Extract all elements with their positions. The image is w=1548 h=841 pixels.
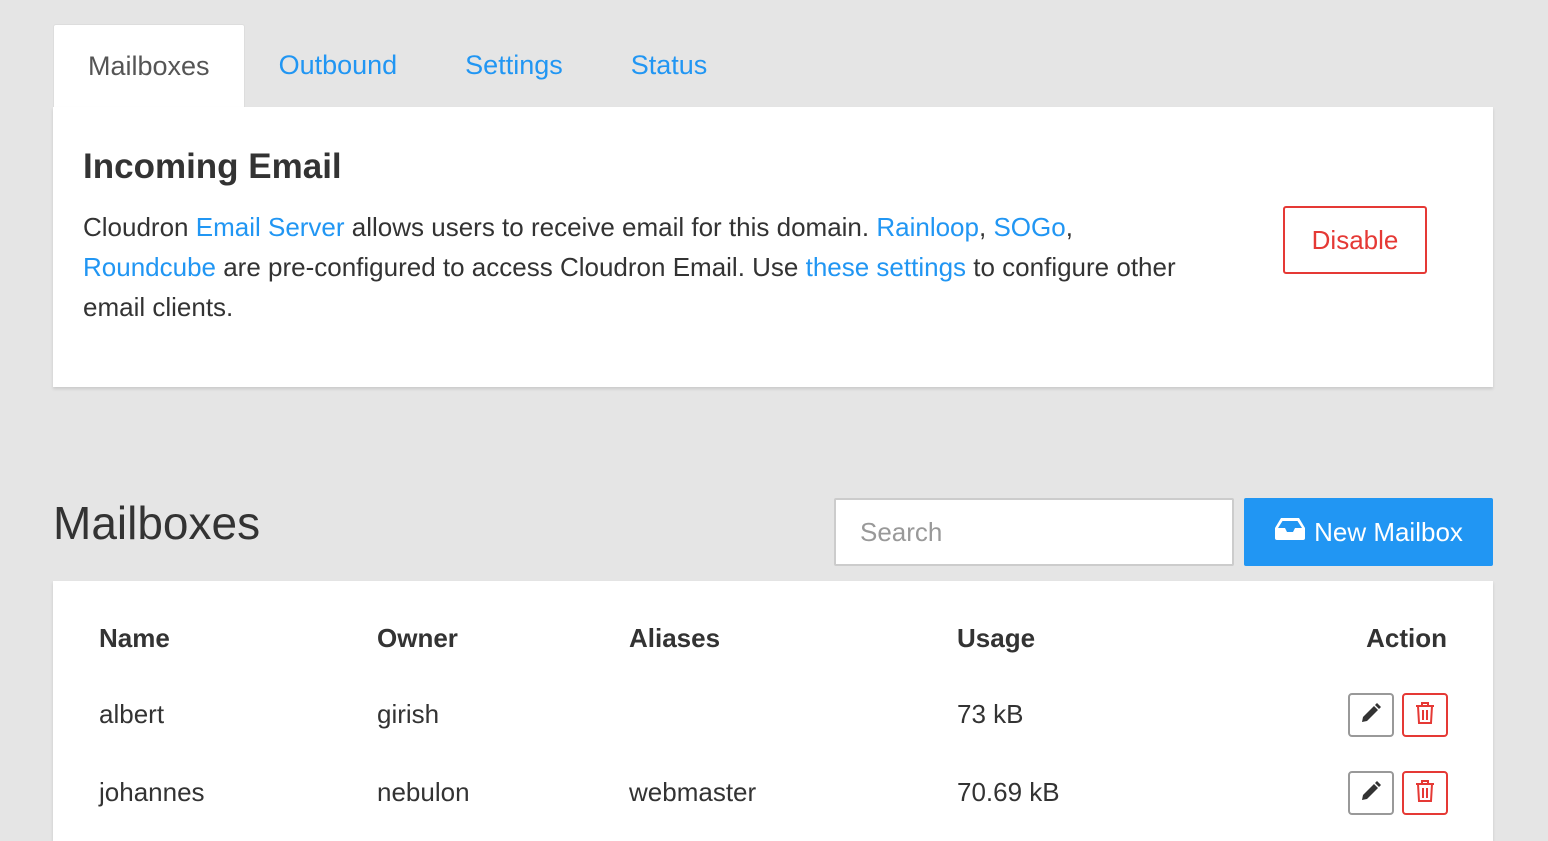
column-header-usage: Usage: [957, 623, 1036, 653]
trash-icon: [1415, 701, 1435, 730]
text: ,: [978, 212, 994, 242]
cell-name: johannes: [99, 777, 205, 807]
tab-outbound[interactable]: Outbound: [245, 24, 432, 107]
these-settings-link[interactable]: these settings: [806, 252, 966, 282]
column-header-owner: Owner: [377, 623, 458, 653]
incoming-email-card: Incoming Email Cloudron Email Server all…: [53, 107, 1493, 387]
inbox-icon: [1274, 517, 1306, 548]
cell-usage: 70.69 kB: [957, 777, 1060, 807]
new-mailbox-label: New Mailbox: [1314, 516, 1463, 547]
tab-bar: Mailboxes Outbound Settings Status: [53, 24, 741, 107]
cell-owner: nebulon: [377, 777, 470, 807]
edit-button[interactable]: [1348, 771, 1394, 815]
text: Cloudron: [83, 212, 196, 242]
roundcube-link[interactable]: Roundcube: [83, 252, 216, 282]
delete-button[interactable]: [1402, 771, 1448, 815]
cell-name: albert: [99, 699, 165, 729]
text: ,: [1065, 212, 1073, 242]
pencil-icon: [1360, 780, 1382, 807]
disable-button[interactable]: Disable: [1283, 206, 1427, 274]
sogo-link[interactable]: SOGo: [993, 212, 1065, 242]
column-header-aliases: Aliases: [629, 623, 721, 653]
mailboxes-table: Name Owner Aliases Usage Action albert g…: [53, 581, 1493, 841]
cell-usage: 73 kB: [957, 699, 1024, 729]
rainloop-link[interactable]: Rainloop: [876, 212, 979, 242]
tab-status[interactable]: Status: [597, 24, 742, 107]
trash-icon: [1415, 779, 1435, 808]
tab-mailboxes[interactable]: Mailboxes: [53, 24, 245, 107]
mailboxes-title: Mailboxes: [53, 497, 261, 549]
column-header-name: Name: [99, 623, 170, 653]
edit-button[interactable]: [1348, 693, 1394, 737]
tab-settings[interactable]: Settings: [431, 24, 597, 107]
column-header-action: Action: [1366, 623, 1447, 653]
cell-owner: girish: [377, 699, 440, 729]
text: allows users to receive email for this d…: [344, 212, 877, 242]
pencil-icon: [1360, 702, 1382, 729]
incoming-email-description: Cloudron Email Server allows users to re…: [83, 207, 1193, 327]
cell-aliases: webmaster: [629, 777, 757, 807]
incoming-email-title: Incoming Email: [83, 147, 342, 186]
new-mailbox-button[interactable]: New Mailbox: [1244, 498, 1493, 566]
delete-button[interactable]: [1402, 693, 1448, 737]
text: are pre-configured to access Cloudron Em…: [216, 252, 806, 282]
email-server-link[interactable]: Email Server: [196, 212, 345, 242]
search-input[interactable]: [834, 498, 1234, 566]
